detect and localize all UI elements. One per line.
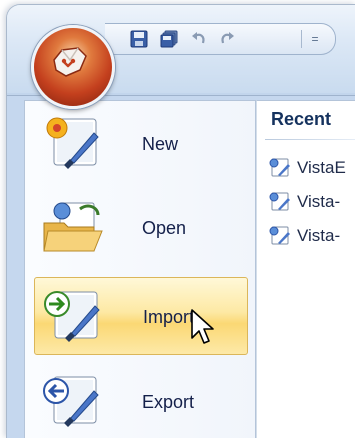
redo-button[interactable] (215, 28, 239, 50)
menu-item-export[interactable]: Export (34, 363, 248, 438)
menu-commands-pane: New Open Import Export (24, 100, 256, 438)
menu-item-label: Open (142, 218, 187, 238)
save-all-button[interactable] (157, 28, 181, 50)
toolbar-separator (301, 30, 302, 48)
undo-icon (192, 32, 205, 44)
recent-item-label: Vista- (297, 192, 341, 211)
recent-item[interactable]: Vista- (269, 189, 355, 215)
recent-item[interactable]: VistaE (269, 155, 355, 181)
application-window: = New Open Import Export Recent VistaE V… (6, 4, 355, 438)
menu-item-new[interactable]: New (34, 105, 248, 183)
recent-divider (265, 139, 355, 140)
save-button[interactable] (127, 28, 151, 50)
export-icon (43, 376, 99, 427)
recent-item-label: Vista- (297, 226, 341, 245)
import-icon (44, 291, 100, 342)
office-orb-icon (53, 47, 87, 77)
recent-documents-pane: Recent VistaE Vista- Vista- (256, 100, 355, 438)
recent-item[interactable]: Vista- (269, 223, 355, 249)
redo-icon (221, 32, 234, 44)
open-folder-icon (43, 202, 103, 252)
document-icon (269, 192, 290, 211)
new-document-icon (46, 117, 99, 169)
undo-button[interactable] (187, 28, 211, 50)
menu-item-label: Import (143, 307, 195, 327)
recent-title: Recent (271, 109, 332, 129)
menu-item-label: New (142, 134, 179, 154)
menu-item-open[interactable]: Open (34, 189, 248, 267)
save-icon (130, 30, 148, 48)
mouse-pointer-icon (191, 309, 214, 344)
menu-item-label: Export (142, 392, 195, 412)
recent-item-label: VistaE (297, 158, 346, 177)
quick-access-toolbar: = (105, 23, 336, 55)
document-icon (269, 226, 290, 245)
document-icon (269, 158, 290, 177)
save-all-icon (160, 30, 178, 48)
application-orb-button[interactable] (31, 25, 115, 109)
customize-toolbar-dropdown[interactable]: = (308, 28, 322, 50)
application-menu: New Open Import Export Recent VistaE Vis… (7, 95, 355, 438)
